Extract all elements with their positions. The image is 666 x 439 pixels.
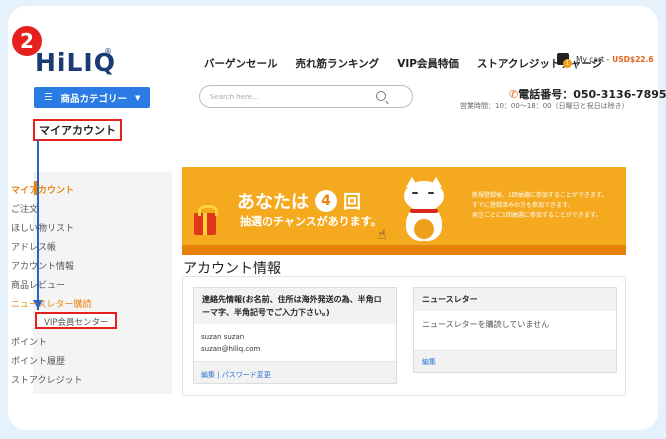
sidebar-item-orders[interactable]: ご注文 bbox=[11, 202, 38, 215]
banner-headline-pre: あなたは bbox=[237, 192, 309, 213]
newsletter-status: ニュースレターを購読していません bbox=[422, 320, 550, 329]
mini-cart[interactable]: 1 My cart - USD$22.6 bbox=[557, 53, 654, 68]
newsletter-edit-link[interactable]: 編集 bbox=[422, 357, 436, 367]
nav-bargain-sale[interactable]: バーゲンセール bbox=[204, 56, 278, 71]
banner-note-1: 新規登録後、1回抽選に参加することができます。 bbox=[472, 192, 608, 199]
lottery-banner[interactable]: あなたは 4 回 抽選のチャンスがあります。 ☝ 新規登録後、1回抽選に参加する… bbox=[182, 167, 626, 255]
registered-mark: ® bbox=[104, 47, 112, 56]
sidebar-item-points[interactable]: ポイント bbox=[11, 335, 47, 348]
banner-note-2: すでに登録済みの方も参加できます。 bbox=[472, 202, 574, 209]
hamburger-icon: ☰ bbox=[44, 92, 53, 103]
page-title: マイアカウント bbox=[33, 119, 122, 141]
contact-info-title: 連絡先情報(お名前、住所は海外発送の為、半角ローマ字、半角記号でご入力下さい。) bbox=[194, 288, 396, 324]
sidebar-item-store-credit[interactable]: ストアクレジット bbox=[11, 373, 83, 386]
search-icon[interactable] bbox=[376, 91, 386, 101]
cart-count-badge: 1 bbox=[563, 59, 572, 68]
category-button-label: 商品カテゴリー bbox=[60, 93, 128, 105]
hand-pointer-icon: ☝ bbox=[378, 227, 387, 243]
nav-ranking[interactable]: 売れ筋ランキング bbox=[296, 56, 380, 71]
edit-password-links[interactable]: 編集 | パスワード変更 bbox=[201, 370, 271, 380]
contact-email: suzan@hiliq.com bbox=[201, 345, 261, 353]
banner-stripe bbox=[182, 245, 626, 255]
newsletter-box-footer bbox=[414, 350, 616, 372]
nav-vip-price[interactable]: VIP会員特価 bbox=[397, 56, 459, 71]
category-menu-button[interactable]: ☰ 商品カテゴリー ▼ bbox=[34, 87, 150, 108]
gift-box-icon bbox=[194, 205, 218, 235]
banner-note-3: 発注ごとに1回抽選に参加することができます。 bbox=[472, 212, 602, 219]
shopping-bag-icon: 1 bbox=[557, 53, 572, 68]
banner-notes: 新規登録後、1回抽選に参加することができます。 すでに登録済みの方も参加できます… bbox=[472, 191, 607, 221]
newsletter-title: ニュースレター bbox=[414, 288, 616, 311]
lucky-cat-icon bbox=[400, 177, 446, 243]
lottery-count: 4 bbox=[315, 190, 337, 212]
phone-icon: ✆ bbox=[509, 88, 519, 101]
phone-text: 電話番号：050-3136-7895 bbox=[518, 88, 666, 101]
sidebar-item-address-book[interactable]: アドレス帳 bbox=[11, 240, 56, 253]
top-nav: バーゲンセール 売れ筋ランキング VIP会員特価 ストアクレジットチャージ bbox=[204, 56, 602, 71]
newsletter-box: ニュースレター bbox=[413, 287, 617, 373]
phone-number: ✆電話番号：050-3136-7895 bbox=[509, 86, 666, 102]
banner-headline-post: 回 bbox=[343, 192, 361, 213]
sidebar-item-vip-center[interactable]: VIP会員センター bbox=[44, 316, 108, 328]
sidebar-item-my-account[interactable]: マイアカウント bbox=[11, 183, 74, 196]
search-input[interactable]: Search here... bbox=[199, 85, 413, 108]
sidebar-item-point-history[interactable]: ポイント履歴 bbox=[11, 354, 65, 367]
banner-subline: 抽選のチャンスがあります。 bbox=[240, 215, 382, 228]
sidebar-item-wishlist[interactable]: ほしい物リスト bbox=[11, 221, 74, 234]
business-hours: 営業時間：10：00〜18：00（日曜日と祝日は除き） bbox=[460, 102, 629, 110]
sidebar-item-reviews[interactable]: 商品レビュー bbox=[11, 278, 65, 291]
search-placeholder: Search here... bbox=[210, 92, 259, 101]
sidebar-item-account-info[interactable]: アカウント情報 bbox=[11, 259, 74, 272]
cart-label: My cart - bbox=[576, 54, 610, 64]
sidebar-item-newsletter[interactable]: ニュースレター購読 bbox=[11, 297, 92, 310]
section-title: アカウント情報 bbox=[183, 261, 281, 277]
caret-down-icon: ▼ bbox=[135, 93, 141, 102]
banner-headline: あなたは 4 回 bbox=[237, 188, 361, 214]
contact-name: suzan suzan bbox=[201, 333, 245, 341]
cart-amount: USD$22.6 bbox=[612, 54, 654, 64]
